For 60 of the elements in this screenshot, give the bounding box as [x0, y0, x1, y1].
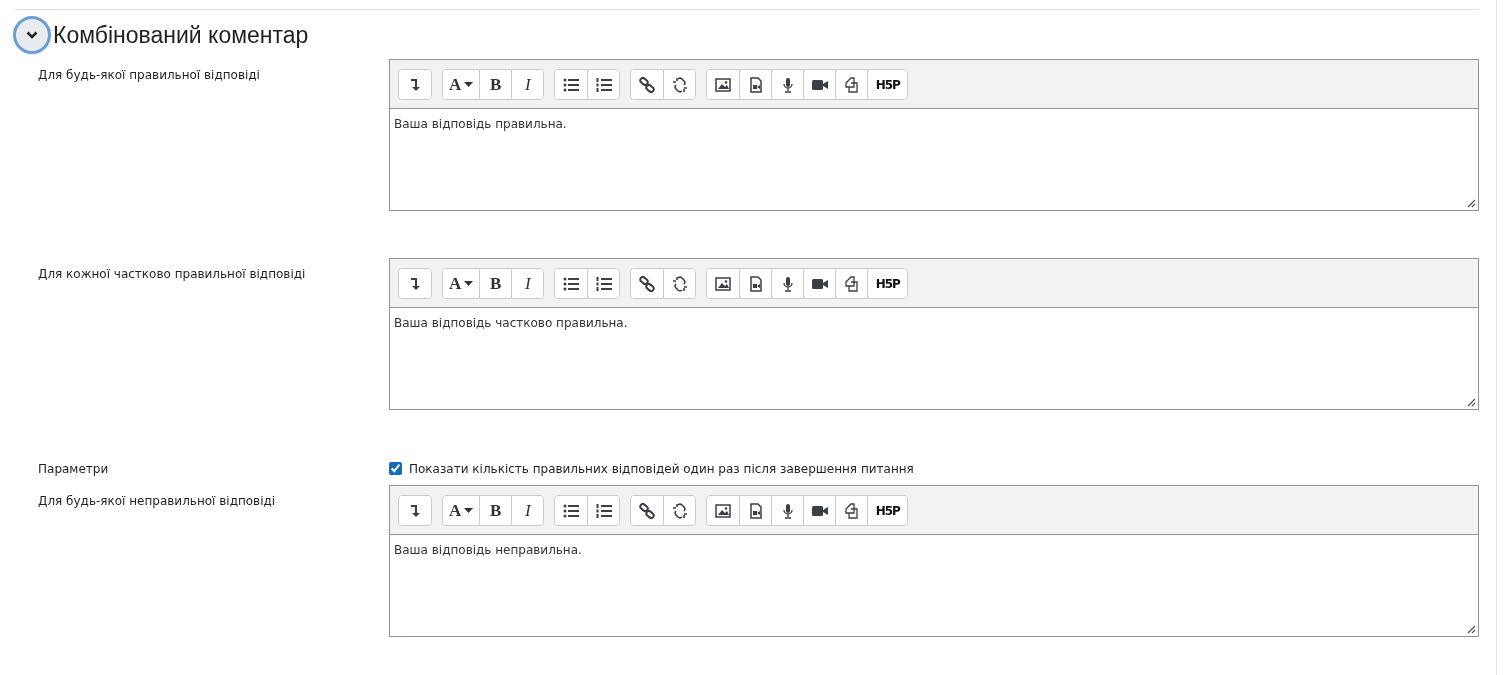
caret-icon [464, 82, 474, 87]
arrow-down-icon [410, 77, 420, 92]
image-icon [715, 502, 732, 519]
indent-button[interactable] [399, 70, 431, 99]
unlink-button[interactable] [663, 269, 696, 298]
broken-link-icon [671, 275, 688, 292]
checkbox[interactable] [389, 462, 402, 475]
link-icon [639, 502, 656, 519]
ol-button[interactable] [587, 496, 620, 525]
section-title: Комбінований коментар [53, 21, 309, 49]
bullet-list-icon [563, 502, 580, 519]
caret-icon [464, 281, 474, 286]
field-label: Для будь-якої правильної відповіді [37, 67, 261, 84]
h5p-button[interactable]: H5P [867, 269, 908, 298]
image-icon [715, 275, 732, 292]
editor-content[interactable]: Ваша відповідь правильна. [390, 109, 1478, 210]
copy-files-icon [843, 275, 860, 292]
collapse-toggle[interactable] [13, 16, 51, 54]
link-icon [639, 76, 656, 93]
numbered-list-icon [595, 275, 612, 292]
content-text: Ваша відповідь правильна. [394, 117, 567, 131]
content-text: Ваша відповідь частково правильна. [394, 316, 628, 330]
italic-button[interactable]: I [511, 269, 544, 298]
video-file-icon [747, 76, 764, 93]
bullet-list-icon [563, 76, 580, 93]
caret-icon [464, 508, 474, 513]
video-file-icon [747, 502, 764, 519]
unlink-button[interactable] [663, 496, 696, 525]
broken-link-icon [671, 502, 688, 519]
editor-content[interactable]: Ваша відповідь частково правильна. [390, 308, 1478, 409]
italic-button[interactable]: I [511, 70, 544, 99]
field-label: Для будь-якої неправильної відповіді [37, 493, 277, 510]
field-label: Параметри [37, 461, 110, 476]
indent-button[interactable] [399, 496, 431, 525]
field-label: Для кожної частково правильної відповіді [37, 266, 307, 283]
indent-button[interactable] [399, 269, 431, 298]
arrow-down-icon [410, 503, 420, 518]
video-file-icon [747, 275, 764, 292]
editor-content[interactable]: Ваша відповідь неправильна. [390, 535, 1478, 636]
copy-files-icon [843, 76, 860, 93]
h5p-button[interactable]: H5P [867, 496, 908, 525]
chevron-icon [26, 31, 38, 39]
image-icon [715, 76, 732, 93]
copy-files-icon [843, 502, 860, 519]
arrow-down-icon [410, 276, 420, 291]
bullet-list-icon [563, 275, 580, 292]
link-icon [639, 275, 656, 292]
ol-button[interactable] [587, 70, 620, 99]
numbered-list-icon [595, 502, 612, 519]
resize-handle-icon[interactable] [1467, 625, 1476, 634]
resize-handle-icon[interactable] [1467, 199, 1476, 208]
checkbox-label: Показати кількість правильних відповідей один раз після завершення питання [409, 461, 914, 476]
ol-button[interactable] [587, 269, 620, 298]
numbered-list-icon [595, 76, 612, 93]
unlink-button[interactable] [663, 70, 696, 99]
broken-link-icon [671, 76, 688, 93]
content-text: Ваша відповідь неправильна. [394, 543, 582, 557]
resize-handle-icon[interactable] [1467, 398, 1476, 407]
italic-button[interactable]: I [511, 496, 544, 525]
h5p-button[interactable]: H5P [867, 70, 908, 99]
